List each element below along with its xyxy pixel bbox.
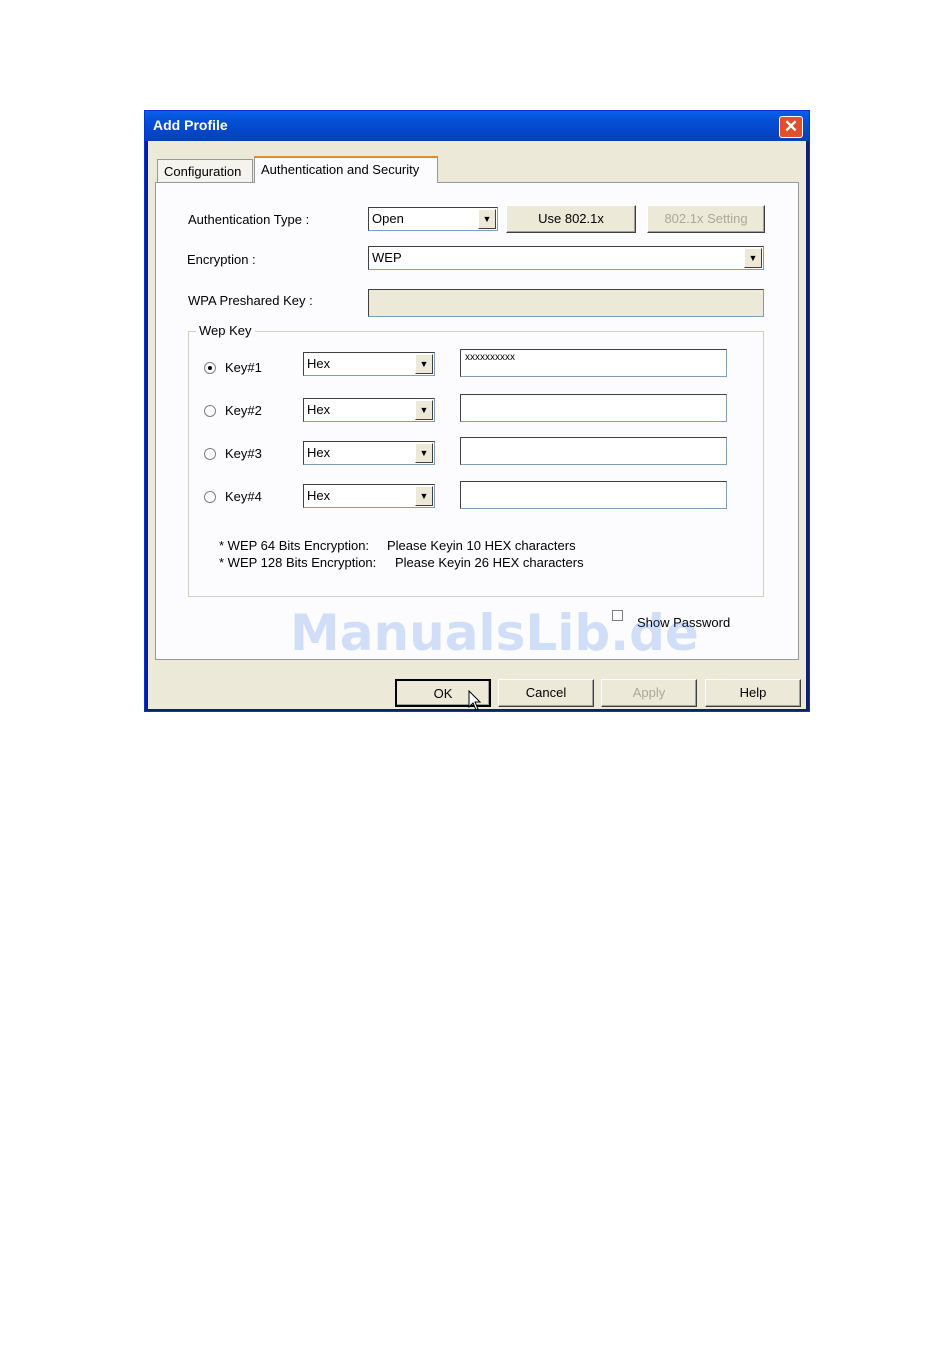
mouse-pointer-icon: [468, 690, 482, 711]
chevron-down-icon[interactable]: ▼: [744, 248, 762, 268]
key1-format-value: Hex: [307, 356, 331, 371]
key1-input[interactable]: xxxxxxxxxx: [460, 349, 727, 377]
chevron-down-icon[interactable]: ▼: [415, 486, 433, 506]
cancel-button[interactable]: Cancel: [498, 679, 594, 707]
apply-button[interactable]: Apply: [601, 679, 697, 707]
key3-format-select[interactable]: Hex ▼: [303, 441, 435, 465]
chevron-down-icon[interactable]: ▼: [415, 354, 433, 374]
close-button[interactable]: ✕: [779, 116, 803, 138]
encryption-label: Encryption :: [187, 252, 256, 267]
title-bar[interactable]: Add Profile ✕: [145, 111, 809, 141]
wep64-note-label: * WEP 64 Bits Encryption:: [219, 538, 370, 553]
encryption-value: WEP: [372, 250, 402, 265]
encryption-select[interactable]: WEP ▼: [368, 246, 764, 270]
chevron-down-icon[interactable]: ▼: [478, 209, 496, 229]
key1-radio[interactable]: [204, 362, 216, 374]
use-8021x-button[interactable]: Use 802.1x: [506, 205, 636, 233]
key1-format-select[interactable]: Hex ▼: [303, 352, 435, 376]
key3-input[interactable]: [460, 437, 727, 465]
key2-label: Key#2: [225, 403, 262, 418]
key1-label: Key#1: [225, 360, 262, 375]
authentication-type-value: Open: [372, 211, 404, 226]
tab-configuration[interactable]: Configuration: [157, 159, 253, 182]
wpa-preshared-key-field[interactable]: [368, 289, 764, 317]
key4-format-select[interactable]: Hex ▼: [303, 484, 435, 508]
8021x-setting-button[interactable]: 802.1x Setting: [647, 205, 765, 233]
key2-input[interactable]: [460, 394, 727, 422]
key4-label: Key#4: [225, 489, 262, 504]
key2-radio[interactable]: [204, 405, 216, 417]
authentication-type-select[interactable]: Open ▼: [368, 207, 498, 231]
key3-radio[interactable]: [204, 448, 216, 460]
close-icon: ✕: [783, 117, 799, 136]
wep64-note-text: Please Keyin 10 HEX characters: [387, 538, 576, 553]
chevron-down-icon[interactable]: ▼: [415, 400, 433, 420]
help-button[interactable]: Help: [705, 679, 801, 707]
wep-key-group-label: Wep Key: [196, 323, 255, 338]
key3-format-value: Hex: [307, 445, 331, 460]
window-title: Add Profile: [153, 117, 228, 133]
chevron-down-icon[interactable]: ▼: [415, 443, 433, 463]
key4-format-value: Hex: [307, 488, 331, 503]
wpa-preshared-key-label: WPA Preshared Key :: [188, 293, 313, 308]
wep128-note-text: Please Keyin 26 HEX characters: [395, 555, 584, 570]
key4-radio[interactable]: [204, 491, 216, 503]
wep128-note-label: * WEP 128 Bits Encryption:: [219, 555, 377, 570]
key3-label: Key#3: [225, 446, 262, 461]
key2-format-value: Hex: [307, 402, 331, 417]
tab-panel: Authentication Type : Open ▼ Use 802.1x …: [155, 182, 799, 660]
key2-format-select[interactable]: Hex ▼: [303, 398, 435, 422]
tab-authentication-and-security[interactable]: Authentication and Security: [254, 156, 438, 183]
key4-input[interactable]: [460, 481, 727, 509]
watermark: ManualsLib.de: [290, 604, 699, 662]
authentication-type-label: Authentication Type :: [188, 212, 310, 227]
